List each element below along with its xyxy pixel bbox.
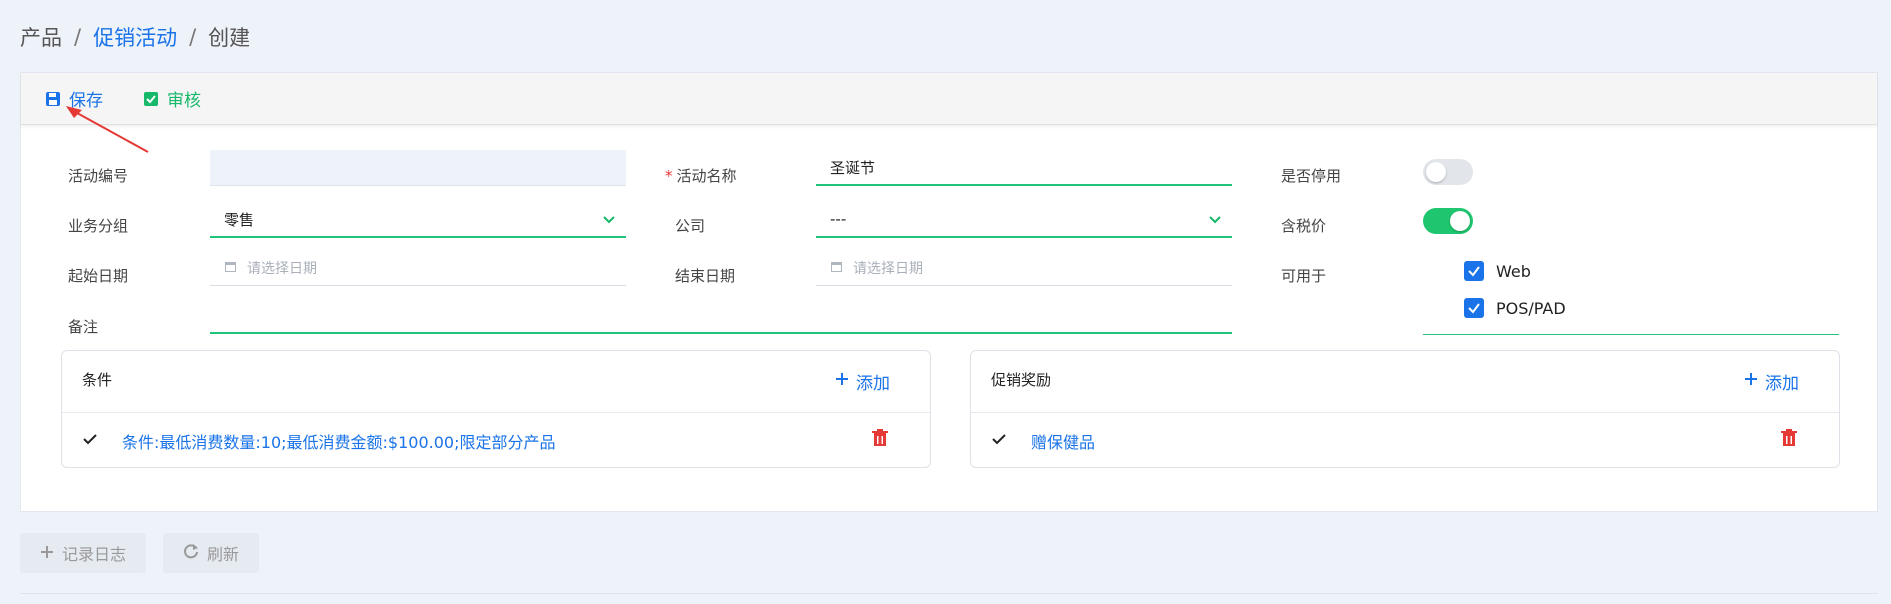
business-group-select[interactable]: 零售 — [210, 202, 626, 238]
calendar-icon — [224, 259, 237, 277]
conditions-panel-header: 条件 添加 — [62, 351, 930, 413]
tax-included-label: 含税价 — [1281, 217, 1327, 235]
reward-row: 赠保健品 — [971, 413, 1839, 468]
breadcrumb-item-create: 创建 — [208, 26, 251, 50]
plus-icon — [834, 371, 850, 392]
conditions-panel: 条件 添加 条件:最低消费数量:10;最低消费金额:$100.00;限定部分产品 — [61, 350, 931, 468]
toggle-knob — [1426, 162, 1446, 182]
checkbox-checked-icon — [1464, 261, 1484, 281]
rewards-panel: 促销奖励 添加 赠保健品 — [970, 350, 1840, 468]
start-date-input[interactable]: 请选择日期 — [210, 250, 626, 286]
start-date-placeholder: 请选择日期 — [247, 260, 317, 277]
breadcrumb-separator: / — [189, 25, 197, 49]
end-date-input[interactable]: 请选择日期 — [816, 250, 1232, 286]
rewards-title: 促销奖励 — [991, 371, 1052, 389]
chevron-down-icon — [602, 212, 616, 230]
chevron-down-icon — [1208, 212, 1222, 230]
usable-for-underline — [1423, 334, 1839, 335]
audit-button-label: 审核 — [167, 91, 201, 111]
check-icon — [991, 431, 1007, 451]
add-condition-button[interactable]: 添加 — [834, 369, 890, 394]
check-icon — [82, 431, 98, 451]
disabled-toggle[interactable] — [1423, 159, 1473, 185]
business-group-label: 业务分组 — [68, 217, 129, 235]
conditions-title: 条件 — [82, 371, 113, 389]
activity-code-field[interactable] — [210, 150, 626, 186]
end-date-placeholder: 请选择日期 — [853, 260, 923, 277]
usable-for-label: 可用于 — [1281, 267, 1327, 285]
breadcrumb-item-promotions[interactable]: 促销活动 — [93, 22, 177, 52]
checkbox-pos-pad[interactable]: POS/PAD — [1464, 298, 1566, 318]
tax-included-toggle[interactable] — [1423, 208, 1473, 234]
disabled-label: 是否停用 — [1281, 167, 1342, 185]
calendar-icon — [830, 259, 843, 277]
start-date-label: 起始日期 — [68, 267, 129, 285]
reward-link[interactable]: 赠保健品 — [1031, 429, 1095, 453]
required-marker: * — [665, 167, 673, 185]
checkbox-checked-icon — [1464, 298, 1484, 318]
rewards-panel-header: 促销奖励 添加 — [971, 351, 1839, 413]
checkbox-web-label: Web — [1496, 261, 1531, 281]
log-button[interactable]: 记录日志 — [20, 533, 147, 573]
floppy-disk-icon — [45, 91, 61, 107]
activity-code-label: 活动编号 — [68, 167, 129, 185]
business-group-value: 零售 — [224, 210, 255, 229]
trash-icon[interactable] — [1781, 429, 1797, 451]
annotation-arrow-icon — [66, 106, 149, 153]
add-reward-label: 添加 — [1765, 374, 1799, 394]
bottom-divider — [20, 593, 1878, 594]
remark-label: 备注 — [68, 318, 99, 336]
company-label: 公司 — [675, 217, 706, 235]
end-date-label: 结束日期 — [675, 267, 736, 285]
refresh-button[interactable]: 刷新 — [163, 533, 260, 573]
refresh-icon — [183, 543, 199, 563]
log-button-label: 记录日志 — [62, 545, 127, 564]
breadcrumb-separator: / — [74, 25, 82, 49]
add-condition-label: 添加 — [856, 374, 890, 394]
trash-icon[interactable] — [872, 429, 888, 451]
plus-icon — [1743, 371, 1759, 392]
condition-link[interactable]: 条件:最低消费数量:10;最低消费金额:$100.00;限定部分产品 — [122, 429, 555, 453]
activity-name-input[interactable]: 圣诞节 — [816, 150, 1232, 186]
plus-icon — [40, 544, 54, 563]
company-select[interactable]: --- — [816, 202, 1232, 238]
refresh-button-label: 刷新 — [207, 545, 240, 564]
remark-input[interactable] — [210, 298, 1232, 334]
add-reward-button[interactable]: 添加 — [1743, 369, 1799, 394]
checkbox-web[interactable]: Web — [1464, 261, 1531, 281]
activity-name-label: * 活动名称 — [665, 167, 737, 185]
condition-row: 条件:最低消费数量:10;最低消费金额:$100.00;限定部分产品 — [62, 413, 930, 468]
toolbar: 保存 审核 — [21, 73, 1877, 125]
toggle-knob — [1450, 211, 1470, 231]
breadcrumb-item-product: 产品 — [20, 26, 62, 50]
checkbox-pos-pad-label: POS/PAD — [1496, 298, 1566, 318]
company-value: --- — [830, 210, 847, 228]
breadcrumb: 产品 / 促销活动 / 创建 — [20, 22, 250, 52]
